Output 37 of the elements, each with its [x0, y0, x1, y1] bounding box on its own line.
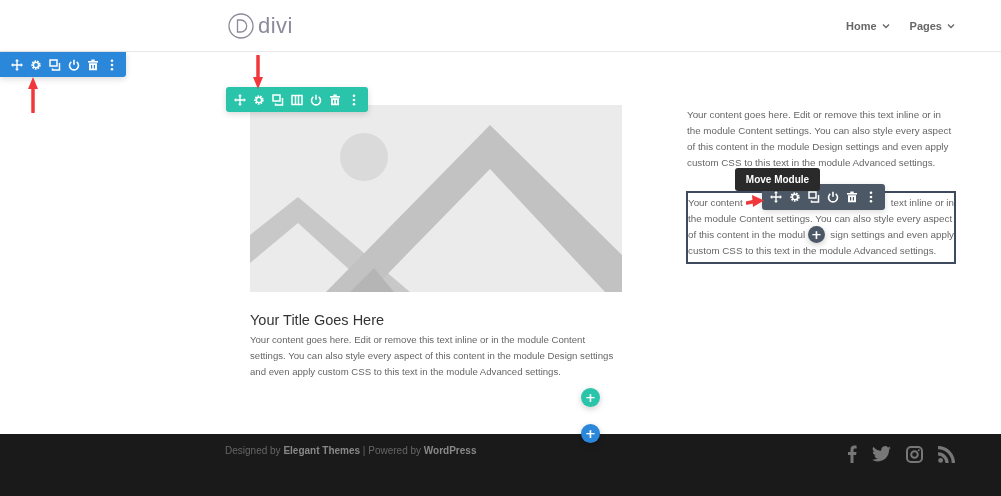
delete-icon[interactable] — [846, 191, 858, 203]
arrow-drawing — [253, 55, 263, 89]
settings-icon[interactable] — [30, 58, 42, 71]
duplicate-icon[interactable] — [808, 191, 820, 203]
chevron-icon — [947, 22, 955, 29]
text-module: Your content goes here. Edit or remove this text inline or in the module Content settings. You can also style every aspect of this content in the module Design settings and even apply custom CSS to this text in the module Advanced settings. — [687, 108, 953, 170]
nav-link[interactable]: Home — [846, 19, 890, 32]
chevron-icon — [881, 22, 890, 29]
facebook-icon[interactable] — [847, 445, 857, 463]
text-fragment: of this content in the modul — [688, 228, 806, 242]
instagram-icon[interactable] — [906, 445, 923, 463]
text-fragment: the module Content settings. You can also style every aspect — [688, 212, 953, 226]
delete-icon[interactable] — [87, 58, 99, 71]
toggle-icon[interactable] — [68, 58, 80, 71]
text-fragment: sign settings and even apply — [830, 228, 954, 242]
footer-credits: Designed by Elegant Themes | Powered by WordPress — [225, 445, 477, 456]
text-fragment: Your content — [688, 196, 743, 210]
move-icon[interactable] — [11, 58, 23, 71]
blurb-text: Your content goes here. Edit or remove this text inline or in the module Content settings. You can also style every aspect of this content in the module Design settings and even apply custom CSS to this text in the module Advanced settings. — [250, 333, 615, 379]
logo-text: divi — [258, 12, 293, 39]
settings-icon[interactable] — [789, 191, 801, 203]
blurb-title: Your Title Goes Here — [250, 312, 386, 328]
arrow-drawing — [28, 77, 38, 113]
toggle-icon[interactable] — [827, 191, 839, 203]
duplicate-icon[interactable] — [49, 58, 61, 71]
columns-icon[interactable] — [291, 93, 303, 106]
nav-link[interactable]: Pages — [909, 19, 955, 32]
twitter-icon[interactable] — [872, 446, 891, 462]
toggle-icon[interactable] — [310, 93, 322, 106]
tooltip: Move Module — [735, 168, 820, 191]
logo-icon — [228, 12, 254, 39]
move-icon[interactable] — [770, 191, 782, 203]
text-fragment: custom CSS to this text in the module Advanced settings. — [688, 244, 937, 258]
rss-icon[interactable] — [938, 445, 955, 463]
add-module-button[interactable]: + — [808, 226, 825, 243]
text-fragment: text inline or in — [890, 196, 954, 210]
arrow-drawing — [746, 194, 764, 208]
